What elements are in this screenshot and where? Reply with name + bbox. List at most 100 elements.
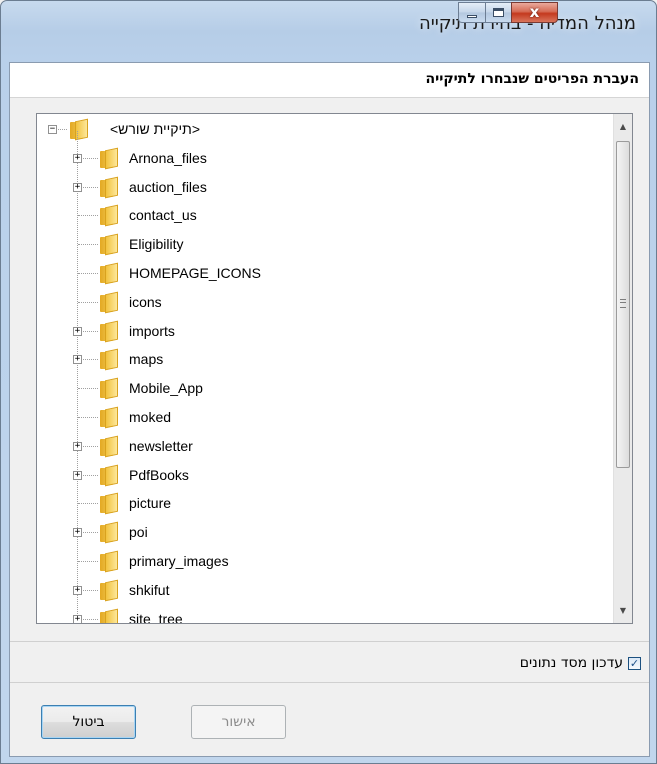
expand-icon[interactable]: +	[73, 470, 82, 480]
cancel-button[interactable]: ביטול	[41, 705, 136, 739]
folder-icon	[100, 147, 122, 170]
collapse-icon[interactable]: −	[48, 125, 57, 134]
tree-connector	[78, 388, 98, 390]
tree-root-label: <תיקיית שורש>	[110, 121, 201, 137]
update-db-option[interactable]: עדכון מסד נתונים ✓	[520, 653, 641, 673]
divider	[10, 682, 649, 683]
close-button[interactable]: x	[511, 2, 558, 23]
tree-connector	[78, 273, 98, 275]
folder-icon	[100, 493, 122, 515]
title-bar[interactable]: מנהל המדיה - בחירת תיקייה x	[1, 1, 656, 51]
tree-node[interactable]: contact_us	[37, 202, 614, 231]
folder-icon	[100, 521, 122, 544]
tree-node-label: shkifut	[129, 581, 170, 598]
tree-connector	[58, 129, 67, 131]
tree-node[interactable]: + Arnona_files	[37, 145, 614, 174]
expand-icon[interactable]: +	[73, 153, 82, 163]
divider	[10, 641, 649, 642]
folder-icon	[100, 377, 122, 400]
tree-node-label: PdfBooks	[129, 466, 189, 483]
close-icon: x	[529, 3, 540, 21]
tree-node[interactable]: HOMEPAGE_ICONS	[37, 260, 614, 289]
tree-node[interactable]: + maps	[37, 346, 614, 375]
tree-node-label: maps	[129, 351, 164, 368]
tree-connector	[78, 301, 98, 304]
folder-icon	[100, 320, 122, 342]
tree-node-label: primary_images	[129, 553, 229, 569]
scrollbar-thumb[interactable]	[616, 141, 630, 468]
folder-tree-viewport: − <תיקיית שורש> + Arnona_files + auction_fi…	[37, 114, 614, 623]
tree-node-label: HOMEPAGE_ICONS	[129, 265, 261, 281]
tree-node-label: poi	[129, 524, 148, 541]
checkmark-icon: ✓	[629, 656, 640, 670]
media-manager-dialog: מנהל המדיה - בחירת תיקייה x העברת הפריטי…	[0, 0, 657, 764]
tree-root-node[interactable]: − <תיקיית שורש>	[37, 116, 614, 145]
tree-node-label: newsletter	[129, 437, 193, 454]
tree-node[interactable]: picture	[37, 490, 614, 519]
tree-node[interactable]: + imports	[37, 318, 614, 347]
folder-icon	[100, 579, 122, 602]
caption-buttons: x	[458, 2, 558, 24]
scroll-up-icon[interactable]: ▲	[614, 118, 632, 135]
folder-icon	[100, 233, 122, 256]
tree-node-label: Arnona_files	[129, 149, 207, 166]
ok-button[interactable]: אישור	[191, 705, 286, 739]
folder-icon	[100, 608, 122, 623]
tree-node-label: site_tree	[129, 610, 183, 623]
tree-node-label: Eligibility	[129, 236, 184, 253]
tree-node[interactable]: + PdfBooks	[37, 462, 614, 491]
expand-icon[interactable]: +	[73, 326, 82, 336]
tree-node[interactable]: + poi	[37, 519, 614, 548]
tree-node[interactable]: Eligibility	[37, 231, 614, 260]
tree-connector	[78, 561, 98, 563]
tree-node[interactable]: moked	[37, 404, 614, 433]
tree-node-label: contact_us	[129, 207, 197, 224]
tree-connector	[78, 244, 98, 246]
tree-node[interactable]: icons	[37, 289, 614, 318]
tree-node[interactable]: + newsletter	[37, 433, 614, 462]
tree-node[interactable]: primary_images	[37, 548, 614, 577]
folder-icon	[100, 406, 122, 429]
folder-icon	[100, 464, 122, 486]
minimize-icon	[467, 14, 477, 18]
folder-icon	[70, 118, 92, 141]
tree-node[interactable]: + site_tree	[37, 606, 614, 623]
folder-icon	[100, 349, 122, 371]
tree-node-label: imports	[129, 322, 175, 339]
tree-node[interactable]: + shkifut	[37, 577, 614, 606]
tree-node-label: icons	[129, 293, 162, 310]
tree-node[interactable]: + auction_files	[37, 174, 614, 203]
expand-icon[interactable]: +	[73, 182, 82, 192]
expand-icon[interactable]: +	[73, 585, 82, 595]
dialog-client-area: העברת הפריטים שנבחרו לתיקייה − <תיקיית ש…	[9, 62, 650, 757]
folder-icon	[100, 176, 122, 198]
tree-node-label: moked	[129, 409, 172, 425]
tree-node-label: auction_files	[129, 178, 207, 195]
dialog-header: העברת הפריטים שנבחרו לתיקייה	[10, 63, 649, 98]
folder-icon	[100, 291, 122, 314]
folder-icon	[100, 205, 122, 227]
tree-node-label: Mobile_App	[129, 380, 203, 397]
scroll-down-icon[interactable]: ▼	[614, 602, 632, 619]
expand-icon[interactable]: +	[73, 355, 82, 365]
folder-icon	[100, 435, 122, 458]
grip-icon	[620, 299, 626, 308]
maximize-button[interactable]	[485, 2, 511, 23]
expand-icon[interactable]: +	[73, 441, 82, 451]
update-db-checkbox[interactable]: ✓	[628, 656, 641, 670]
expand-icon[interactable]: +	[73, 528, 82, 538]
folder-tree[interactable]: − <תיקיית שורש> + Arnona_files + auction_fi…	[36, 113, 633, 624]
tree-node-label: picture	[129, 495, 172, 512]
tree-connector	[78, 503, 98, 505]
dialog-header-text: העברת הפריטים שנבחרו לתיקייה	[425, 71, 639, 87]
folder-icon	[100, 550, 122, 573]
update-db-label: עדכון מסד נתונים	[519, 655, 623, 671]
minimize-button[interactable]	[458, 2, 485, 23]
expand-icon[interactable]: +	[73, 614, 82, 623]
maximize-icon	[493, 8, 504, 17]
vertical-scrollbar[interactable]: ▲ ▼	[613, 114, 632, 623]
tree-connector	[78, 215, 98, 217]
tree-connector	[78, 417, 98, 419]
tree-node[interactable]: Mobile_App	[37, 375, 614, 404]
folder-icon	[100, 262, 122, 285]
